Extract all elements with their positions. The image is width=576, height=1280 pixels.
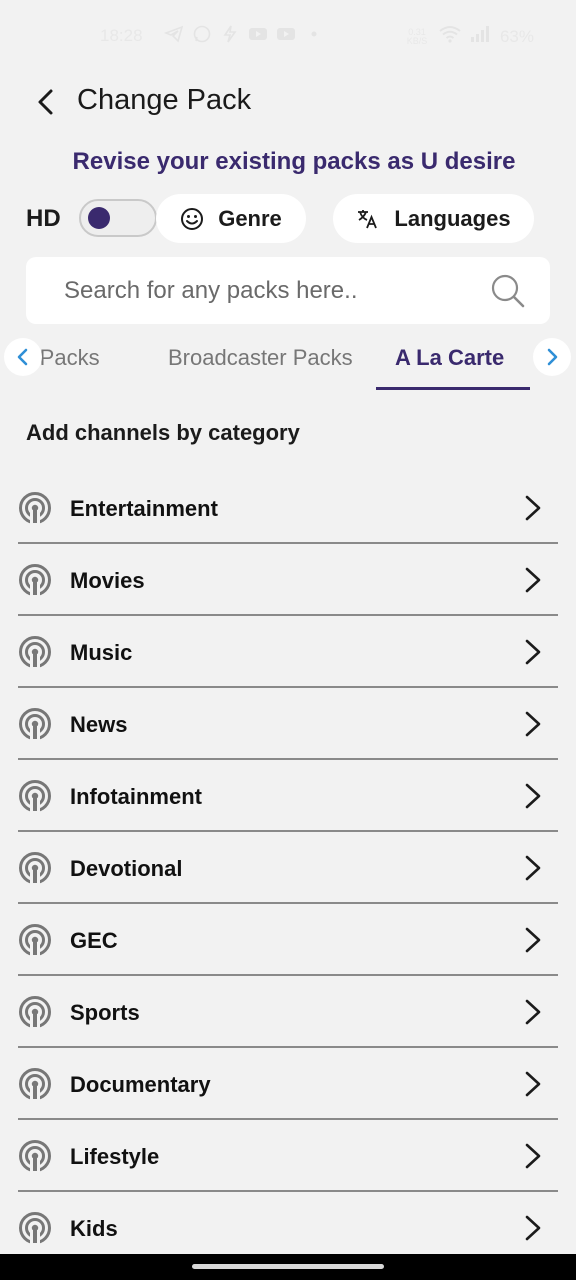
chevron-right-icon (525, 711, 541, 737)
active-tab-indicator (376, 387, 530, 390)
bolt-icon (220, 24, 240, 44)
hd-toggle-knob (88, 207, 110, 229)
filter-row: HD Genre Languages (0, 194, 576, 244)
list-item-sports[interactable]: Sports (18, 976, 558, 1048)
list-item-documentary[interactable]: Documentary (18, 1048, 558, 1120)
notification-icons (163, 24, 324, 44)
search-input[interactable] (64, 271, 484, 311)
wifi-icon (438, 24, 462, 49)
page-title: Change Pack (77, 84, 252, 116)
youtube-icon-2 (276, 24, 296, 44)
broadcast-icon (19, 564, 51, 597)
chevron-right-icon (525, 927, 541, 953)
broadcast-icon (19, 1212, 51, 1245)
category-label: Entertainment (70, 496, 218, 521)
chevron-right-icon (525, 855, 541, 881)
broadcast-icon (19, 780, 51, 813)
whatsapp-icon (192, 24, 212, 44)
back-arrow-icon (38, 89, 53, 115)
category-label: Infotainment (70, 784, 202, 809)
tab-broadcaster-packs[interactable]: Broadcaster Packs (168, 345, 353, 371)
list-item-infotainment[interactable]: Infotainment (18, 760, 558, 832)
status-right: 0.31 KB/S 63% (404, 24, 534, 49)
chevron-left-icon (17, 348, 28, 366)
list-item-movies[interactable]: Movies (18, 544, 558, 616)
broadcast-icon (19, 1068, 51, 1101)
broadcast-icon (19, 996, 51, 1029)
translate-icon (358, 209, 378, 228)
chevron-right-icon (525, 1071, 541, 1097)
back-button[interactable] (28, 84, 64, 120)
list-item-lifestyle[interactable]: Lifestyle (18, 1120, 558, 1192)
broadcast-icon (19, 1140, 51, 1173)
category-label: Kids (70, 1216, 118, 1241)
tabs-scroll-right-button[interactable] (533, 338, 571, 376)
telegram-icon (163, 24, 184, 44)
network-speed: 0.31 KB/S (406, 26, 428, 46)
youtube-icon (248, 24, 268, 44)
signal-icon (470, 24, 492, 49)
category-label: Movies (70, 568, 145, 593)
hd-label: HD (26, 205, 61, 232)
search-bar (26, 257, 550, 324)
chevron-right-icon (525, 567, 541, 593)
category-label: Sports (70, 1000, 140, 1025)
list-item-entertainment[interactable]: Entertainment (18, 472, 558, 544)
list-item-news[interactable]: News (18, 688, 558, 760)
category-label: News (70, 712, 128, 737)
tabs-scroll-left-button[interactable] (4, 338, 42, 376)
broadcast-icon (19, 492, 51, 525)
chevron-right-icon (525, 495, 541, 521)
more-notifications-dot-icon (304, 24, 324, 44)
category-label: Documentary (70, 1072, 211, 1097)
status-time: 18:28 (100, 26, 143, 45)
broadcast-icon (19, 708, 51, 741)
chevron-right-icon (525, 999, 541, 1025)
status-bar: 18:28 0.31 KB/S 63% (0, 0, 576, 74)
hd-toggle[interactable] (79, 199, 157, 237)
list-item-devotional[interactable]: Devotional (18, 832, 558, 904)
list-item-gec[interactable]: GEC (18, 904, 558, 976)
home-gesture-handle[interactable] (192, 1264, 384, 1269)
category-label: Music (70, 640, 133, 665)
genre-filter-button[interactable]: Genre (156, 194, 306, 243)
section-title: Add channels by category (26, 420, 300, 445)
chevron-right-icon (525, 1143, 541, 1169)
category-label: GEC (70, 928, 118, 953)
chevron-right-icon (525, 639, 541, 665)
languages-label: Languages (394, 205, 511, 231)
genre-label: Genre (218, 205, 282, 231)
tab-a-la-carte[interactable]: A La Carte (395, 345, 504, 371)
broadcast-icon (19, 852, 51, 885)
chevron-right-icon (525, 1215, 541, 1241)
change-pack-screen: 18:28 0.31 KB/S 63% Change Pack Revise y… (0, 0, 576, 1280)
chevron-right-icon (525, 783, 541, 809)
page-subtitle: Revise your existing packs as U desire (72, 148, 516, 175)
app-header: Change Pack (0, 74, 576, 130)
category-label: Devotional (70, 856, 183, 881)
list-item-music[interactable]: Music (18, 616, 558, 688)
tab-track: ro Packs Broadcaster Packs A La Carte (30, 334, 538, 392)
pack-type-tabs: ro Packs Broadcaster Packs A La Carte (0, 334, 576, 392)
languages-filter-button[interactable]: Languages (333, 194, 534, 243)
search-icon[interactable] (490, 273, 526, 309)
smiley-icon (181, 207, 204, 230)
category-list: Entertainment Movies Music News Infotain… (18, 472, 558, 1264)
battery-percent: 63% (499, 26, 534, 46)
broadcast-icon (19, 924, 51, 957)
system-nav-bar (0, 1254, 576, 1280)
chevron-right-icon (547, 348, 558, 366)
broadcast-icon (19, 636, 51, 669)
category-label: Lifestyle (70, 1144, 160, 1169)
